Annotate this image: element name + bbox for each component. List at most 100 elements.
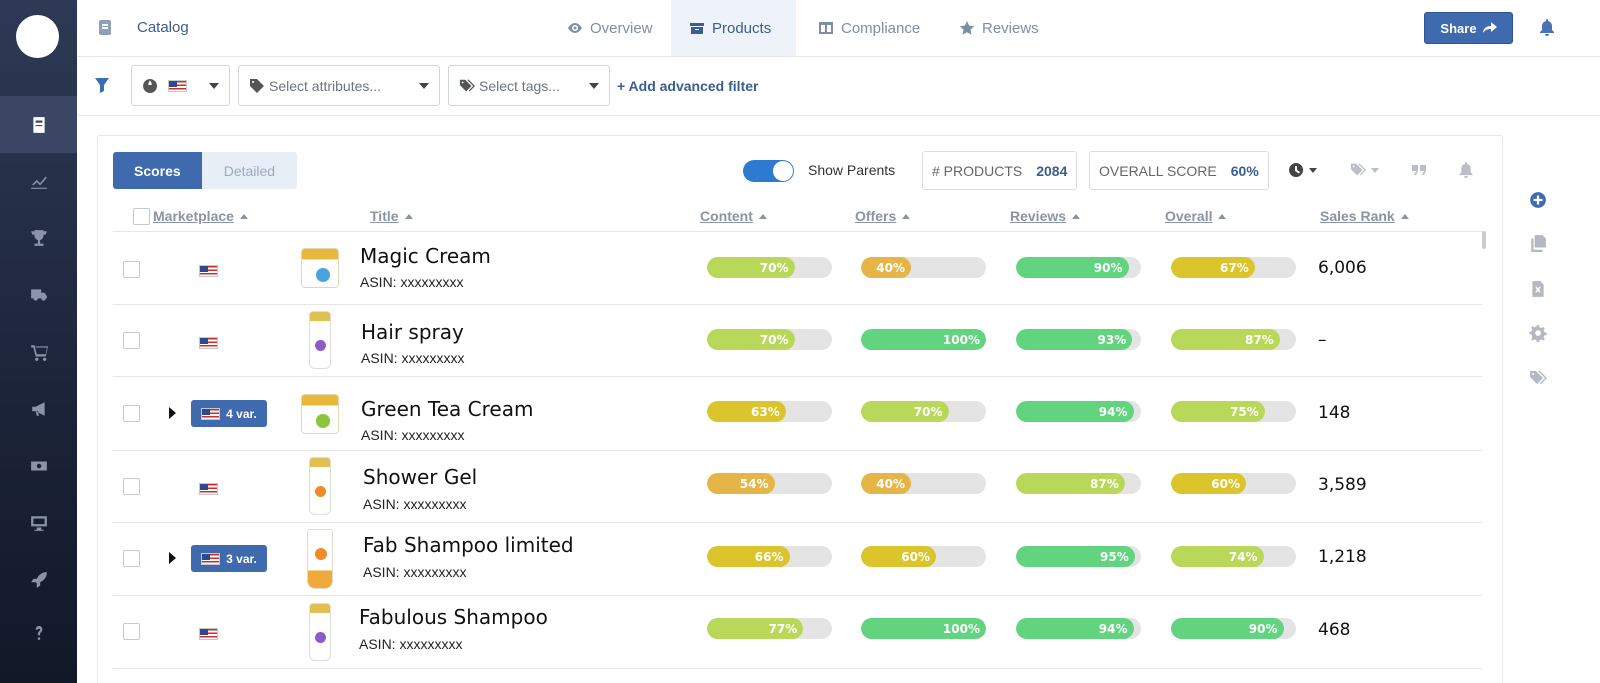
col-marketplace[interactable]: Marketplace bbox=[153, 208, 248, 224]
star-icon bbox=[959, 21, 975, 35]
excel-icon[interactable] bbox=[1528, 279, 1548, 299]
sales-rank: 1,218 bbox=[1318, 547, 1367, 567]
money-icon[interactable] bbox=[0, 437, 77, 494]
breadcrumb[interactable]: Catalog bbox=[137, 19, 189, 36]
chevron-down-icon bbox=[419, 82, 429, 89]
us-flag-icon bbox=[199, 264, 218, 277]
tags-icon bbox=[1350, 163, 1366, 176]
add-circle-icon[interactable] bbox=[1528, 190, 1548, 210]
reviews-score: 93% bbox=[1016, 329, 1133, 350]
overall-score: 60% bbox=[1171, 473, 1246, 494]
scores-tab[interactable]: Scores bbox=[113, 152, 202, 189]
col-title[interactable]: Title bbox=[370, 208, 413, 224]
select-all-checkbox[interactable] bbox=[133, 208, 150, 225]
product-name[interactable]: Green Tea Cream bbox=[361, 397, 533, 421]
product-name[interactable]: Shower Gel bbox=[363, 465, 477, 489]
us-flag-icon bbox=[199, 627, 218, 640]
gear-icon[interactable] bbox=[1528, 323, 1548, 343]
tab-compliance[interactable]: Compliance bbox=[800, 0, 938, 56]
expand-icon[interactable] bbox=[169, 407, 176, 419]
expand-icon[interactable] bbox=[169, 552, 176, 564]
product-name[interactable]: Magic Cream bbox=[360, 244, 491, 268]
variations-badge[interactable]: 4 var. bbox=[191, 400, 267, 427]
chart-icon[interactable] bbox=[0, 152, 77, 209]
megaphone-icon[interactable] bbox=[0, 380, 77, 437]
show-parents-toggle[interactable] bbox=[743, 160, 794, 182]
scrollbar[interactable] bbox=[1482, 231, 1486, 249]
product-asin: ASIN: xxxxxxxxx bbox=[363, 564, 467, 580]
sort-up-icon bbox=[1400, 213, 1409, 219]
product-image[interactable] bbox=[293, 601, 347, 663]
table-row[interactable]: Fabulous Shampoo ASIN: xxxxxxxxx 77% 100… bbox=[113, 595, 1482, 668]
logo[interactable] bbox=[16, 15, 59, 58]
quote-icon[interactable] bbox=[1411, 162, 1427, 178]
table-row[interactable]: Hair spray ASIN: xxxxxxxxx 70% 100% 93% … bbox=[113, 304, 1482, 376]
rocket-icon[interactable] bbox=[0, 551, 77, 608]
bell-icon[interactable] bbox=[1458, 162, 1474, 178]
product-name[interactable]: Hair spray bbox=[361, 320, 464, 344]
variations-badge[interactable]: 3 var. bbox=[191, 545, 267, 572]
tab-reviews[interactable]: Reviews bbox=[941, 0, 1057, 56]
col-overall[interactable]: Overall bbox=[1165, 208, 1227, 224]
row-checkbox[interactable] bbox=[123, 332, 140, 349]
monitor-icon[interactable] bbox=[0, 494, 77, 551]
overall-score-bar: 75% bbox=[1171, 401, 1296, 422]
row-checkbox[interactable] bbox=[123, 405, 140, 422]
detailed-tab[interactable]: Detailed bbox=[201, 152, 298, 189]
row-checkbox[interactable] bbox=[123, 478, 140, 495]
sales-rank: 148 bbox=[1318, 403, 1351, 423]
product-image[interactable] bbox=[293, 383, 347, 445]
table-row[interactable]: 4 var. Green Tea Cream ASIN: xxxxxxxxx 6… bbox=[113, 376, 1482, 450]
copy-icon[interactable] bbox=[1528, 233, 1548, 253]
tags-icon[interactable] bbox=[1528, 368, 1548, 388]
view-toggle: Scores Detailed bbox=[113, 152, 298, 189]
product-name[interactable]: Fabulous Shampoo bbox=[359, 605, 548, 629]
share-button[interactable]: Share bbox=[1424, 12, 1513, 44]
overall-score: 75% bbox=[1171, 401, 1265, 422]
question-icon[interactable] bbox=[0, 604, 77, 661]
product-image[interactable] bbox=[293, 237, 347, 299]
filter-bar: Select attributes... Select tags... + Ad… bbox=[77, 57, 1600, 116]
col-content[interactable]: Content bbox=[700, 208, 767, 224]
trophy-icon[interactable] bbox=[0, 209, 77, 266]
row-checkbox[interactable] bbox=[123, 261, 140, 278]
overall-score: 67% bbox=[1171, 257, 1255, 278]
truck-icon[interactable] bbox=[0, 266, 77, 323]
tag-icon bbox=[250, 78, 264, 93]
col-sales-rank[interactable]: Sales Rank bbox=[1320, 208, 1409, 224]
tab-overview[interactable]: Overview bbox=[549, 0, 671, 56]
product-asin: ASIN: xxxxxxxxx bbox=[361, 350, 465, 366]
products-count-value: 2084 bbox=[1036, 162, 1068, 179]
table-row[interactable]: Magic Cream ASIN: xxxxxxxxx 70% 40% 90% … bbox=[113, 231, 1482, 304]
columns-icon bbox=[819, 22, 833, 34]
product-image[interactable] bbox=[293, 455, 347, 517]
table-row[interactable]: 3 var. Fab Shampoo limited ASIN: xxxxxxx… bbox=[113, 522, 1482, 595]
chevron-down-icon bbox=[1371, 167, 1379, 173]
add-advanced-filter-link[interactable]: + Add advanced filter bbox=[617, 78, 758, 94]
reviews-score: 87% bbox=[1016, 473, 1125, 494]
filter-icon[interactable] bbox=[94, 77, 110, 98]
row-checkbox[interactable] bbox=[123, 623, 140, 640]
offers-score-bar: 60% bbox=[861, 546, 986, 567]
product-image[interactable] bbox=[293, 309, 347, 371]
history-dropdown[interactable] bbox=[1288, 162, 1317, 178]
row-checkbox[interactable] bbox=[123, 550, 140, 567]
overall-score-label: OVERALL SCORE bbox=[1099, 162, 1217, 179]
tag-filter-dropdown[interactable] bbox=[1350, 162, 1379, 178]
tab-products[interactable]: Products bbox=[671, 0, 796, 56]
us-flag-icon bbox=[168, 79, 187, 92]
marketplace-dropdown[interactable] bbox=[131, 65, 230, 106]
offers-score: 40% bbox=[861, 257, 911, 278]
bell-icon[interactable] bbox=[1539, 19, 1555, 36]
col-offers[interactable]: Offers bbox=[855, 208, 911, 224]
product-name[interactable]: Fab Shampoo limited bbox=[363, 533, 574, 557]
chevron-down-icon bbox=[209, 82, 219, 89]
table-row[interactable]: Shower Gel ASIN: xxxxxxxxx 54% 40% 87% 6… bbox=[113, 450, 1482, 522]
product-image[interactable] bbox=[293, 528, 347, 590]
attributes-dropdown[interactable]: Select attributes... bbox=[238, 65, 440, 106]
product-asin: ASIN: xxxxxxxxx bbox=[361, 427, 465, 443]
col-reviews[interactable]: Reviews bbox=[1010, 208, 1081, 224]
cart-icon[interactable] bbox=[0, 323, 77, 380]
tags-dropdown[interactable]: Select tags... bbox=[448, 65, 610, 106]
catalog-icon[interactable] bbox=[0, 96, 77, 153]
